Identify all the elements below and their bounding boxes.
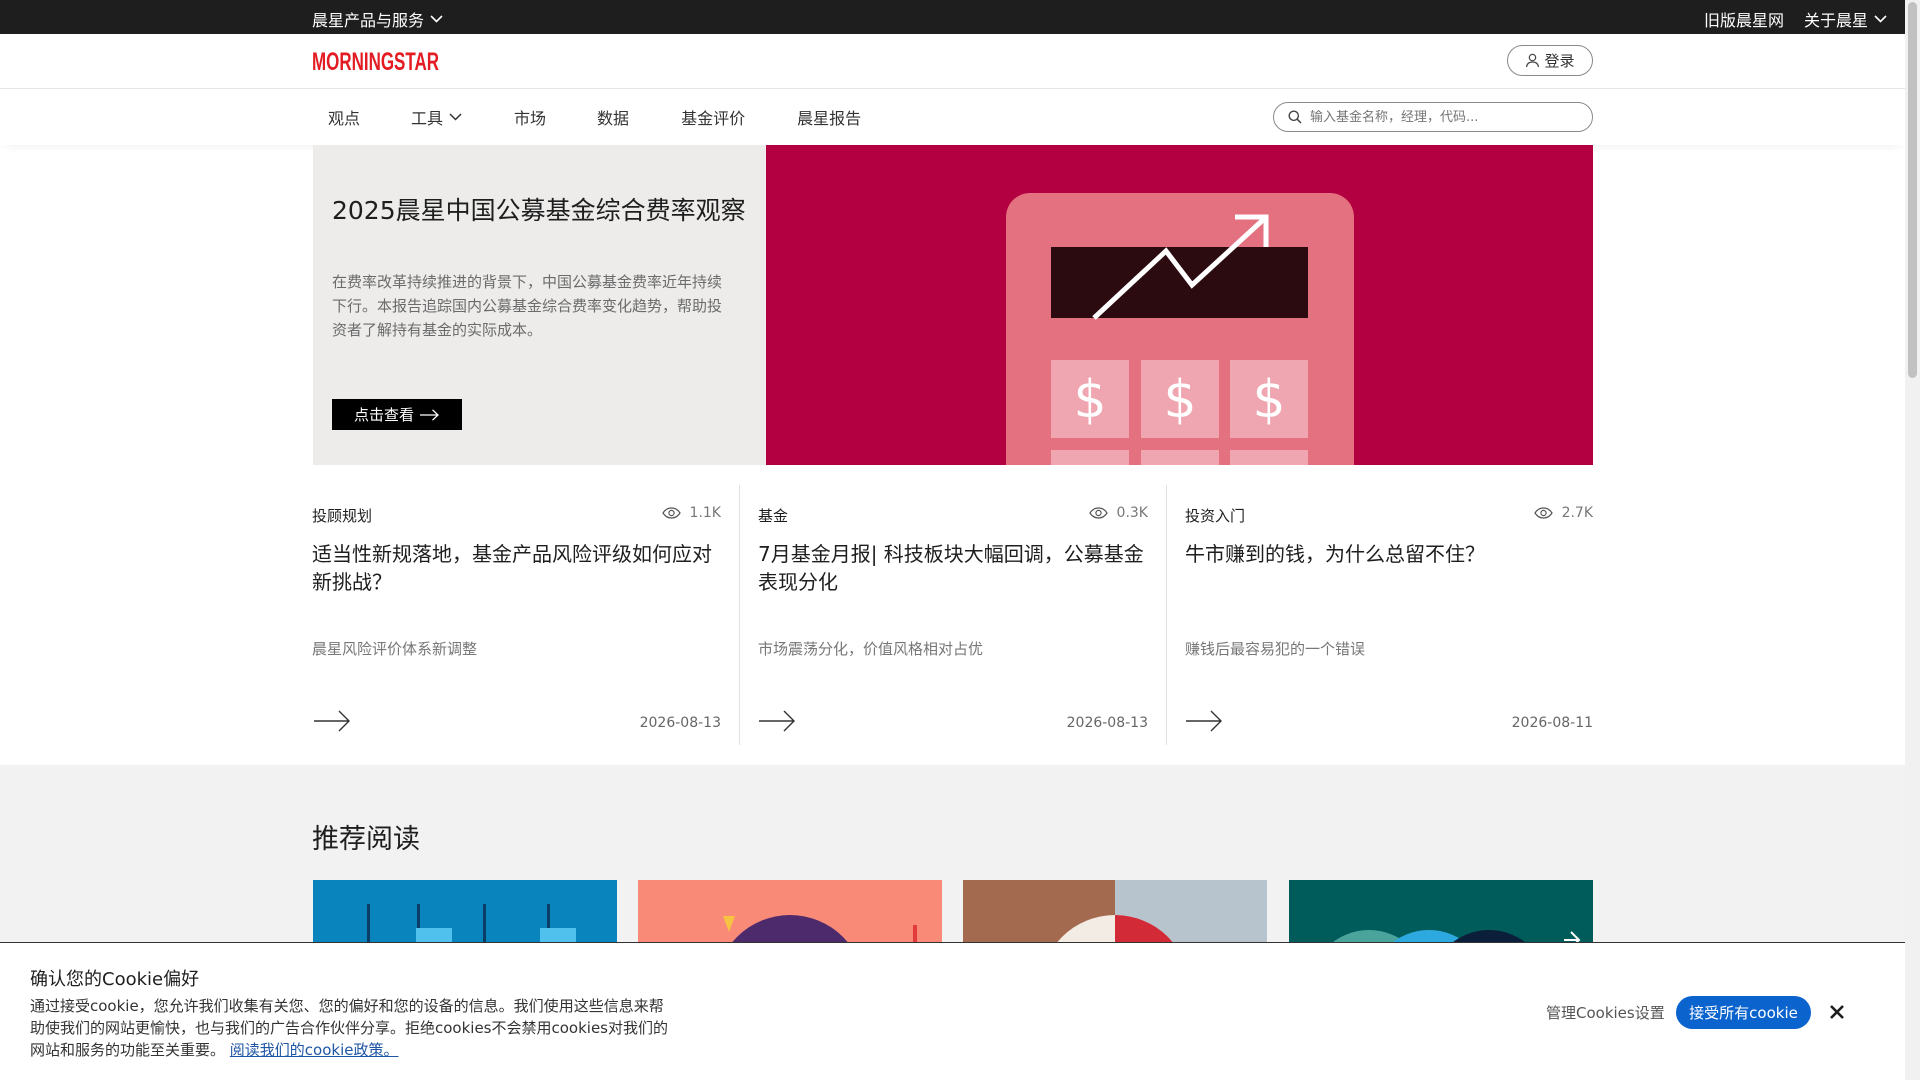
search-box[interactable] <box>1273 102 1593 132</box>
hero-calculator-illustration[interactable]: $ $ $ <box>766 145 1593 465</box>
article-category[interactable]: 基金 <box>758 505 788 526</box>
logo-bar: MORNINGSTAR 登录 <box>0 34 1905 89</box>
morningstar-logo-mark: MORNINGSTAR <box>312 48 439 74</box>
manage-cookies-button[interactable]: 管理Cookies设置 <box>1546 1002 1665 1023</box>
nav-item-fund-rating[interactable]: 基金评价 <box>681 105 745 129</box>
nav-item-reports[interactable]: 晨星报告 <box>797 105 861 129</box>
chevron-down-icon <box>430 15 443 23</box>
arrow-right-icon[interactable] <box>314 710 352 732</box>
svg-text:MORNINGSTAR: MORNINGSTAR <box>312 48 439 74</box>
arrow-right-icon[interactable] <box>1186 710 1224 732</box>
article-card[interactable]: 投顾规划 1.1K 适当性新规落地，基金产品风险评级如何应对新挑战？ 晨星风险评… <box>312 485 739 745</box>
nav-label: 工具 <box>411 109 444 128</box>
article-subtitle: 市场震荡分化，价值风格相对占优 <box>757 640 983 658</box>
search-input[interactable] <box>1310 109 1570 125</box>
article-views: 1.1K <box>661 505 721 521</box>
article-title[interactable]: 7月基金月报| 科技板块大幅回调，公募基金表现分化 <box>758 540 1163 596</box>
article-title[interactable]: 牛市赚到的钱，为什么总留不住？ <box>1185 540 1595 568</box>
nav-item-viewpoints[interactable]: 观点 <box>328 105 360 129</box>
article-views: 0.3K <box>1088 505 1148 521</box>
calc-key-dollar-3: $ <box>1252 370 1285 430</box>
scrollbar-thumb[interactable] <box>1908 2 1917 378</box>
article-category[interactable]: 投资入门 <box>1185 505 1245 526</box>
article-date: 2026-08-13 <box>639 715 721 731</box>
eye-icon <box>1533 507 1553 519</box>
nav-label: 基金评价 <box>681 109 746 128</box>
hero-description: 在费率改革持续推进的背景下，中国公募基金费率近年持续下行。本报告追踪国内公募基金… <box>332 273 723 339</box>
views-count: 1.1K <box>689 505 721 521</box>
nav-label: 数据 <box>597 109 630 128</box>
hero-text-panel: 2025晨星中国公募基金综合费率观察 在费率改革持续推进的背景下，中国公募基金费… <box>313 145 766 465</box>
article-subtitle: 晨星风险评价体系新调整 <box>312 640 478 658</box>
eye-icon <box>661 507 681 519</box>
products-services-label: 晨星产品与服务 <box>312 11 425 30</box>
old-site-link[interactable]: 旧版晨星网 <box>1704 7 1784 31</box>
featured-articles: 投顾规划 1.1K 适当性新规落地，基金产品风险评级如何应对新挑战？ 晨星风险评… <box>312 485 1593 745</box>
views-count: 2.7K <box>1561 505 1594 521</box>
main-nav-bar: 观点 工具 市场 数据 基金评价 晨星报告 <box>0 89 1905 145</box>
views-count: 0.3K <box>1116 505 1148 521</box>
user-icon <box>1526 53 1540 68</box>
calc-key-dollar-1: $ <box>1073 370 1106 430</box>
article-card[interactable]: 投资入门 2.7K 牛市赚到的钱，为什么总留不住？ 赚钱后最容易犯的一个错误 2… <box>1166 485 1593 745</box>
cookie-policy-link[interactable]: 阅读我们的cookie政策。 <box>230 1041 399 1059</box>
recommended-title: 推荐阅读 <box>312 824 420 855</box>
top-utility-bar: 晨星产品与服务 旧版晨星网 关于晨星 <box>0 0 1905 34</box>
calculator-illustration: $ $ $ <box>1006 193 1354 465</box>
chevron-down-icon <box>449 113 462 121</box>
main-nav: 观点 工具 市场 数据 基金评价 晨星报告 <box>312 89 861 145</box>
hero-title[interactable]: 2025晨星中国公募基金综合费率观察 <box>332 191 746 227</box>
morningstar-logo[interactable]: MORNINGSTAR <box>312 46 440 74</box>
arrow-right-icon[interactable] <box>758 710 797 732</box>
accept-all-cookies-button[interactable]: 接受所有cookie <box>1676 996 1811 1029</box>
article-title[interactable]: 适当性新规落地，基金产品风险评级如何应对新挑战？ <box>312 540 720 596</box>
chevron-down-icon <box>1874 15 1887 23</box>
page-scrollbar[interactable] <box>1905 0 1920 1080</box>
article-views: 2.7K <box>1533 505 1594 521</box>
article-category[interactable]: 投顾规划 <box>312 505 372 526</box>
products-services-menu[interactable]: 晨星产品与服务 <box>312 7 443 31</box>
eye-icon <box>1088 507 1108 519</box>
nav-label: 晨星报告 <box>797 109 862 128</box>
cookie-message: 通过接受cookie，您允许我们收集有关您、您的偏好和您的设备的信息。我们使用这… <box>30 995 670 1061</box>
nav-item-market[interactable]: 市场 <box>514 105 546 129</box>
nav-item-data[interactable]: 数据 <box>597 105 629 129</box>
nav-label: 观点 <box>328 109 361 128</box>
article-subtitle: 赚钱后最容易犯的一个错误 <box>1185 640 1366 658</box>
cookie-consent-banner: 确认您的Cookie偏好 通过接受cookie，您允许我们收集有关您、您的偏好和… <box>0 942 1905 1080</box>
hero-banner: 2025晨星中国公募基金综合费率观察 在费率改革持续推进的背景下，中国公募基金费… <box>313 145 1593 465</box>
cookie-title: 确认您的Cookie偏好 <box>30 969 200 990</box>
hero-button-label: 点击查看 <box>353 406 414 424</box>
nav-item-tools[interactable]: 工具 <box>411 105 462 129</box>
login-label: 登录 <box>1544 52 1575 70</box>
nav-label: 市场 <box>514 109 547 128</box>
calc-key-dollar-2: $ <box>1163 370 1196 430</box>
hero-view-button[interactable]: 点击查看 <box>332 399 462 430</box>
arrow-right-icon <box>420 408 439 421</box>
login-button[interactable]: 登录 <box>1507 45 1593 76</box>
close-icon[interactable] <box>1829 1004 1845 1020</box>
search-icon <box>1288 110 1302 124</box>
article-card[interactable]: 基金 0.3K 7月基金月报| 科技板块大幅回调，公募基金表现分化 市场震荡分化… <box>738 485 1166 745</box>
about-label: 关于晨星 <box>1803 11 1868 30</box>
article-date: 2026-08-11 <box>1511 715 1594 731</box>
article-date: 2026-08-13 <box>1066 715 1148 731</box>
about-menu[interactable]: 关于晨星 <box>1804 7 1887 31</box>
